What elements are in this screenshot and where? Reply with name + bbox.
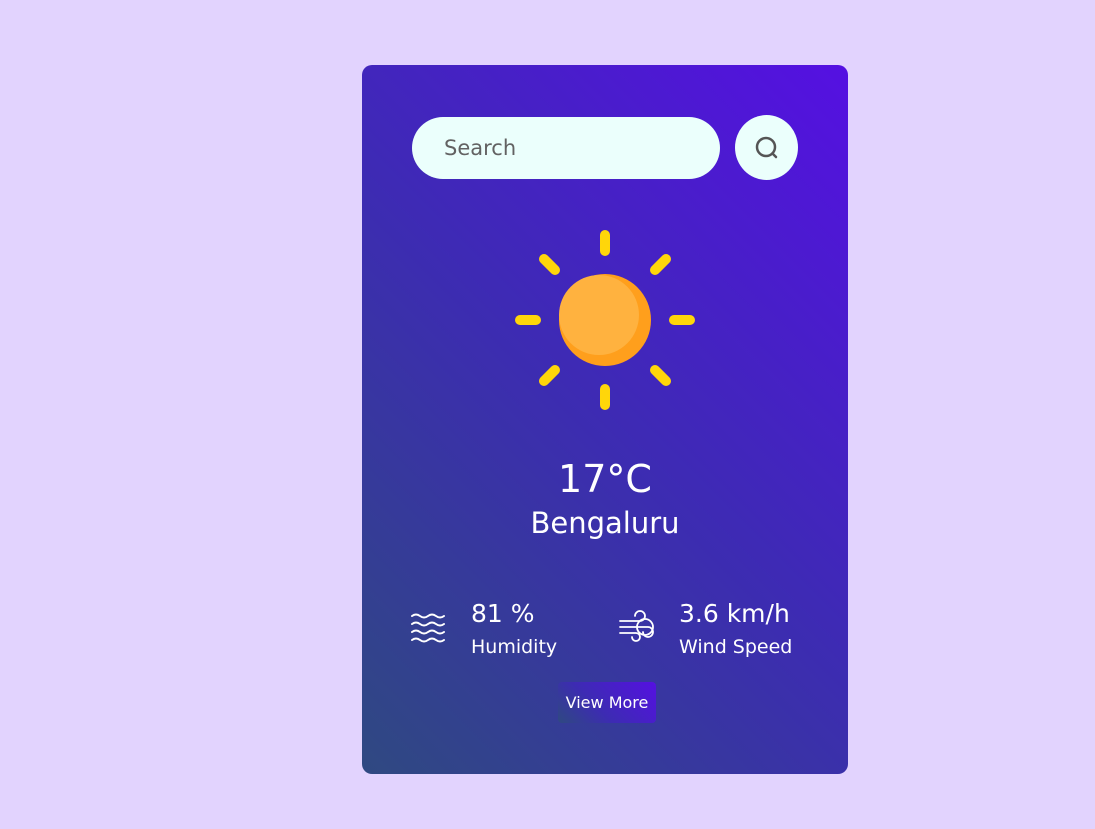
humidity-value: 81 % [471, 599, 535, 628]
temperature: 17°C [558, 457, 652, 501]
search-icon [755, 136, 777, 158]
sun-icon [515, 230, 695, 410]
humidity-waves-icon [411, 613, 445, 642]
view-more-button[interactable]: View More [558, 682, 656, 723]
wind-text: 3.6 km/h Wind Speed [679, 595, 792, 660]
humidity-text: 81 % Humidity [471, 595, 557, 660]
humidity-detail: 81 % Humidity [410, 595, 557, 660]
wind-icon [619, 609, 654, 642]
humidity-label: Humidity [471, 636, 558, 658]
search-button[interactable] [735, 115, 798, 180]
wind-detail: 3.6 km/h Wind Speed [618, 595, 792, 660]
weather-card: 17°C Bengaluru 81 % Humidity 3.6 k [362, 65, 848, 774]
wind-label: Wind Speed [679, 636, 793, 658]
wind-value: 3.6 km/h [679, 599, 790, 628]
search-input[interactable] [412, 117, 720, 179]
city-name: Bengaluru [530, 506, 680, 540]
